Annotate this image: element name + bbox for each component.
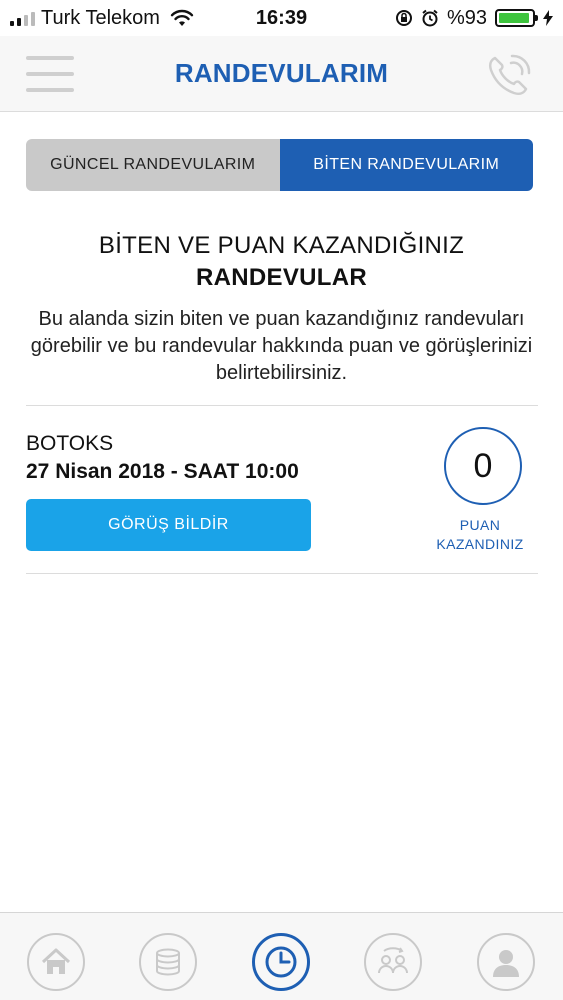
home-icon bbox=[41, 948, 71, 974]
intro-description: Bu alanda sizin biten ve puan kazandığın… bbox=[30, 308, 533, 384]
appointment-datetime: 27 Nisan 2018 - SAAT 10:00 bbox=[26, 460, 299, 483]
phone-icon[interactable] bbox=[483, 50, 535, 100]
points-label: PUAN KAZANDINIZ bbox=[418, 516, 542, 554]
alarm-icon bbox=[422, 9, 438, 27]
appointment-tabs: GÜNCEL RANDEVULARIM BİTEN RANDEVULARIM bbox=[26, 139, 533, 191]
battery-icon bbox=[495, 9, 538, 27]
battery-percent: %93 bbox=[446, 6, 487, 29]
nav-home[interactable] bbox=[27, 933, 85, 991]
intro-heading-line1: BİTEN VE PUAN KAZANDIĞINIZ bbox=[98, 232, 465, 259]
feedback-button[interactable]: GÖRÜŞ BİLDİR bbox=[26, 499, 311, 551]
divider bbox=[26, 405, 538, 406]
tab-finished-appointments[interactable]: BİTEN RANDEVULARIM bbox=[279, 139, 533, 191]
tab-current-appointments[interactable]: GÜNCEL RANDEVULARIM bbox=[26, 139, 280, 191]
nav-refer[interactable] bbox=[364, 933, 422, 991]
app-header: RANDEVULARIM bbox=[0, 36, 563, 112]
wifi-icon bbox=[170, 9, 194, 26]
signal-strength-icon bbox=[10, 10, 35, 26]
nav-profile[interactable] bbox=[477, 933, 535, 991]
page-title: RANDEVULARIM bbox=[174, 58, 389, 88]
bottom-navigation bbox=[0, 912, 563, 1000]
people-exchange-icon bbox=[378, 947, 408, 974]
points-badge: 0 bbox=[444, 427, 522, 505]
appointment-service: BOTOKS bbox=[26, 432, 114, 455]
points-label-line1: PUAN bbox=[459, 517, 501, 533]
charging-bolt-icon bbox=[543, 10, 553, 26]
intro-section: BİTEN VE PUAN KAZANDIĞINIZ RANDEVULAR Bu… bbox=[0, 232, 563, 387]
battery-level-fill bbox=[499, 13, 529, 23]
nav-appointments[interactable] bbox=[252, 933, 310, 991]
points-label-line2: KAZANDINIZ bbox=[436, 536, 524, 552]
nav-points[interactable] bbox=[139, 933, 197, 991]
intro-heading-line2: RANDEVULAR bbox=[196, 264, 367, 291]
status-bar: Turk Telekom 16:39 %93 bbox=[0, 0, 563, 36]
coins-icon bbox=[156, 948, 180, 976]
carrier-name: Turk Telekom bbox=[41, 6, 160, 29]
rotation-lock-icon bbox=[395, 10, 412, 26]
profile-icon bbox=[493, 950, 519, 977]
clock-icon bbox=[265, 946, 297, 978]
divider bbox=[26, 573, 538, 574]
